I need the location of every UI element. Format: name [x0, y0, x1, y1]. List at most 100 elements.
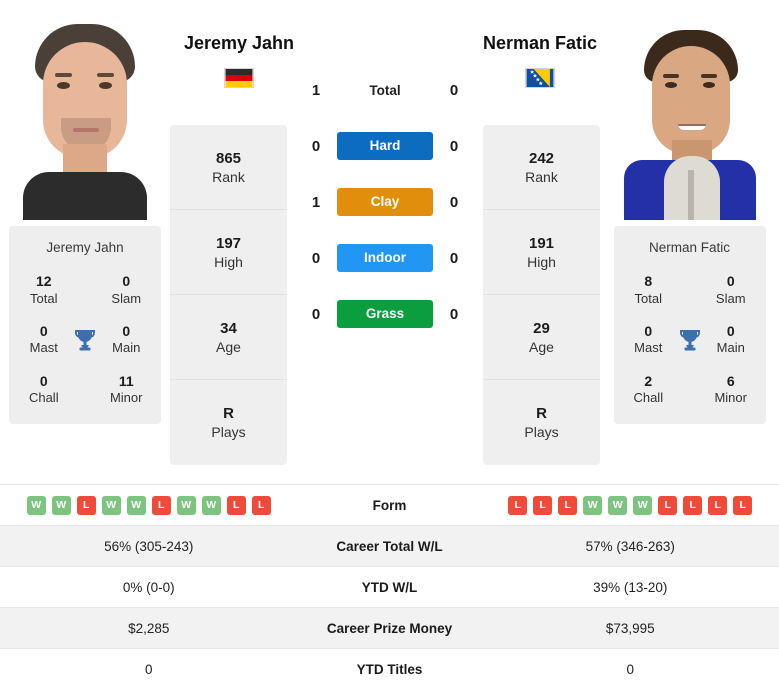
rank-cell-plays-left: R Plays — [170, 380, 287, 465]
player-right-rank-card: 242 Rank 191 High 29 Age R Plays — [483, 125, 600, 465]
stat-minor-label-right: Minor — [714, 390, 747, 405]
table-row-form: WWLWWLWWLL Form LLLWWWLLLL — [0, 484, 779, 525]
titles-row-mast-main: 0 Mast 0 Main — [620, 323, 760, 357]
h2h-total-right: 0 — [449, 81, 459, 99]
table-label-form: Form — [372, 497, 407, 513]
player-right-column: Nerman Fatic 8 Total 0 Slam 0 Mast 0 Mai… — [600, 0, 779, 425]
h2h-clay-right: 0 — [449, 193, 459, 211]
stat-main-label-right: Main — [716, 340, 745, 356]
stat-total-label-right: Total — [634, 290, 662, 306]
rank-cell-plays-right: R Plays — [483, 380, 600, 465]
stat-slam-label-right: Slam — [715, 290, 746, 306]
form-badge: L — [151, 495, 171, 515]
player-right-titles-card: Nerman Fatic 8 Total 0 Slam 0 Mast 0 Mai… — [613, 226, 766, 425]
stat-chall-right: 2 Chall — [620, 373, 678, 407]
stat-slam-left: 0 Slam — [97, 273, 155, 307]
form-right: LLLWWWLLLL — [482, 495, 779, 515]
table-row-career-prize-money: $2,285 Career Prize Money $73,995 — [0, 607, 779, 648]
h2h-row-clay: 1 Clay 0 — [287, 174, 483, 230]
career-prize-money-right: $73,995 — [605, 620, 655, 636]
form-badge: W — [126, 495, 146, 515]
table-row-ytd-wl: 0% (0-0) YTD W/L 39% (13-20) — [0, 566, 779, 607]
rank-cell-rank-left: 865 Rank — [170, 125, 287, 210]
stat-total-value-left: 12 — [35, 273, 52, 289]
rank-cell-age-right: 29 Age — [483, 295, 600, 380]
trophy-icon — [73, 328, 98, 352]
stat-chall-left: 0 Chall — [15, 373, 73, 407]
high-label-left: High — [214, 253, 243, 270]
player-right-photo — [600, 0, 779, 220]
stat-main-left: 0 Main — [97, 323, 155, 357]
stat-mast-label-left: Mast — [29, 340, 58, 356]
rank-cell-high-left: 197 High — [170, 210, 287, 295]
titles-row-chall-minor: 2 Chall 6 Minor — [620, 373, 760, 407]
stat-mast-label-right: Mast — [634, 340, 663, 356]
form-badge: W — [26, 495, 46, 515]
form-left: WWLWWLWWLL — [0, 495, 298, 515]
stat-main-right: 0 Main — [702, 323, 760, 357]
titles-row-total-slam: 12 Total 0 Slam — [15, 273, 155, 307]
ytd-wl-left: 0% (0-0) — [122, 579, 175, 595]
stat-chall-value-left: 0 — [39, 372, 48, 389]
form-badge: L — [558, 495, 578, 515]
stat-total-value-right: 8 — [644, 273, 653, 289]
age-label-right: Age — [529, 338, 554, 355]
form-badge: W — [608, 495, 628, 515]
form-badge: L — [683, 495, 703, 515]
table-label-ytd-titles: YTD Titles — [356, 661, 423, 677]
h2h-row-grass: 0 Grass 0 — [287, 286, 483, 342]
stat-chall-label-right: Chall — [633, 390, 664, 405]
stat-main-value-left: 0 — [122, 322, 131, 339]
plays-label-right: Plays — [524, 424, 559, 440]
table-label-ytd-wl: YTD W/L — [361, 579, 418, 595]
h2h-indoor-right: 0 — [449, 249, 459, 267]
table-label-career-total-wl: Career Total W/L — [336, 538, 443, 554]
table-row-ytd-titles: 0 YTD Titles 0 — [0, 648, 779, 689]
titles-row-total-slam: 8 Total 0 Slam — [620, 273, 760, 307]
high-value-right: 191 — [528, 234, 555, 252]
rank-cell-high-right: 191 High — [483, 210, 600, 295]
trophy-icon — [677, 328, 702, 352]
stat-main-label-left: Main — [112, 340, 141, 356]
player-left-card-name: Jeremy Jahn — [46, 240, 124, 255]
form-badge: L — [533, 495, 553, 515]
stat-total-label-left: Total — [30, 290, 58, 306]
career-total-wl-left: 56% (305-243) — [104, 538, 194, 554]
stat-mast-value-right: 0 — [644, 322, 653, 339]
surface-pill-grass[interactable]: Grass — [337, 300, 433, 328]
surface-pill-indoor[interactable]: Indoor — [337, 244, 433, 272]
stat-minor-right: 6 Minor — [702, 373, 760, 407]
rank-cell-rank-right: 242 Rank — [483, 125, 600, 210]
high-value-left: 197 — [215, 234, 242, 252]
form-badge: L — [708, 495, 728, 515]
h2h-hard-left: 0 — [311, 137, 321, 155]
stat-mast-left: 0 Mast — [15, 323, 73, 357]
surface-pill-hard[interactable]: Hard — [337, 132, 433, 160]
stat-mast-value-left: 0 — [39, 322, 48, 339]
form-badge: W — [583, 495, 603, 515]
plays-label-left: Plays — [211, 424, 246, 440]
form-badge: L — [226, 495, 246, 515]
h2h-row-total: 1 Total 0 — [287, 62, 483, 118]
stat-main-value-right: 0 — [726, 322, 735, 339]
h2h-total-left: 1 — [311, 81, 321, 99]
player-left-rank-card: 865 Rank 197 High 34 Age R Plays — [170, 125, 287, 465]
form-badge: W — [176, 495, 196, 515]
h2h-label-total: Total — [369, 82, 401, 98]
player-left-photo — [0, 0, 170, 220]
form-badge: W — [101, 495, 121, 515]
h2h-grass-left: 0 — [311, 305, 321, 323]
age-value-left: 34 — [220, 319, 237, 337]
ytd-titles-right: 0 — [626, 661, 634, 677]
high-label-right: High — [527, 253, 556, 270]
stat-slam-value-left: 0 — [122, 273, 131, 289]
stat-total-left: 12 Total — [15, 273, 73, 307]
stat-slam-value-right: 0 — [726, 273, 735, 289]
form-strip-right: LLLWWWLLLL — [482, 495, 779, 515]
career-prize-money-left: $2,285 — [128, 620, 170, 636]
comparison-table: WWLWWLWWLL Form LLLWWWLLLL 56% (305-243)… — [0, 484, 779, 689]
table-label-career-prize-money: Career Prize Money — [326, 620, 453, 636]
table-row-career-total-wl: 56% (305-243) Career Total W/L 57% (346-… — [0, 525, 779, 566]
h2h-row-indoor: 0 Indoor 0 — [287, 230, 483, 286]
surface-pill-clay[interactable]: Clay — [337, 188, 433, 216]
